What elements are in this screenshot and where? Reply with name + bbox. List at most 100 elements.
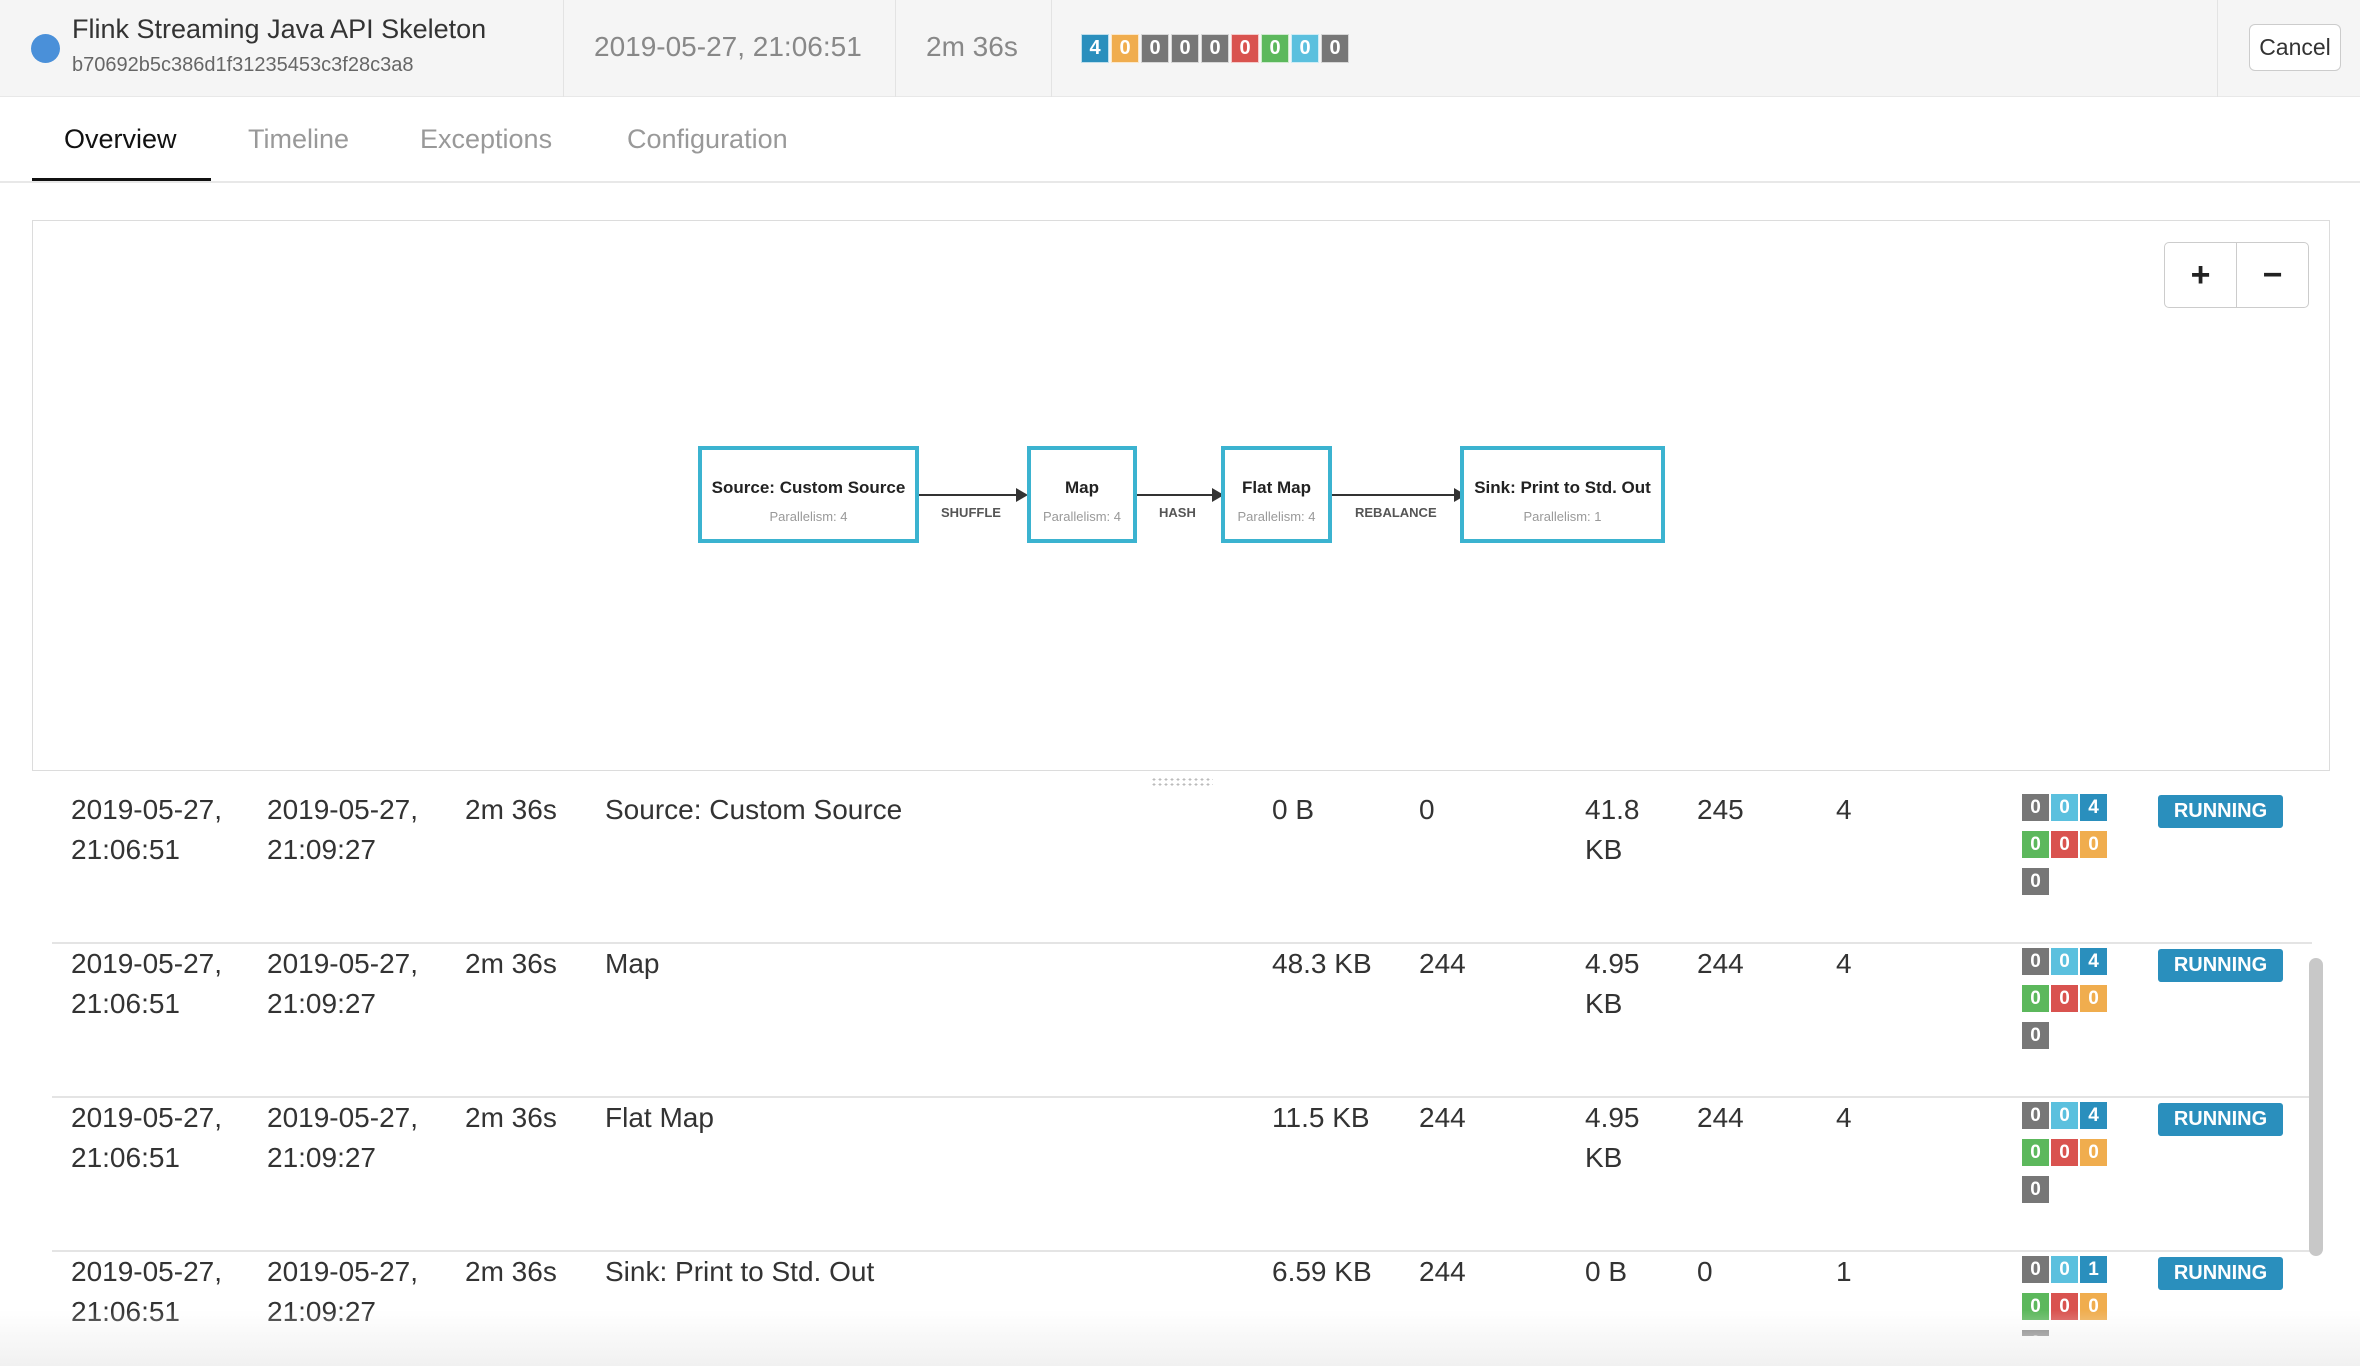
edge-label: SHUFFLE — [941, 505, 1001, 520]
task-count-badge: 4 — [1081, 34, 1109, 63]
node-title: Sink: Print to Std. Out — [1474, 478, 1651, 497]
node-title: Map — [1065, 478, 1099, 497]
duration-cell: 2m 36s — [465, 1256, 557, 1287]
bottom-fade — [0, 1310, 2360, 1366]
subtask-count: 0 — [2051, 1139, 2078, 1166]
status-badge: RUNNING — [2158, 1103, 2283, 1136]
bytes-received-cell: 48.3 KB — [1272, 948, 1372, 979]
graph-node-source[interactable]: Source: Custom Source Parallelism: 4 — [698, 446, 919, 543]
bytes-received-cell: 0 B — [1272, 794, 1315, 825]
job-status-dot — [31, 34, 60, 63]
records-sent-cell: 244 — [1697, 1102, 1744, 1133]
node-parallelism: Parallelism: 4 — [1237, 509, 1316, 524]
vertex-name-cell: Source: Custom Source — [605, 794, 903, 825]
records-received-cell: 244 — [1419, 1256, 1466, 1287]
subtask-count: 0 — [2022, 1139, 2049, 1166]
records-received-cell: 244 — [1419, 948, 1466, 979]
subtask-count: 4 — [2080, 794, 2107, 821]
subtask-count: 0 — [2022, 1256, 2049, 1283]
subtask-count: 0 — [2022, 868, 2049, 895]
subtask-count: 0 — [2080, 831, 2107, 858]
task-count-badge: 0 — [1231, 34, 1259, 63]
task-count-badge: 0 — [1141, 34, 1169, 63]
parallelism-cell: 4 — [1836, 794, 1852, 825]
task-count-badge: 0 — [1321, 34, 1349, 63]
parallelism-cell: 4 — [1836, 948, 1852, 979]
subtask-status-counts: 0 0 4 0 0 0 0 — [2022, 794, 2117, 905]
subtask-count: 0 — [2051, 831, 2078, 858]
graph-node-map[interactable]: Map Parallelism: 4 — [1027, 446, 1137, 543]
edge-label: REBALANCE — [1355, 505, 1437, 520]
header-divider — [563, 0, 564, 97]
start-time-cell: 2019-05-27, 21:06:51 — [71, 794, 223, 865]
bytes-sent-cell: 0 B — [1585, 1256, 1628, 1287]
table-row[interactable]: 2019-05-27, 21:06:51 2019-05-27, 21:09:2… — [52, 790, 2312, 944]
bytes-sent-cell: 41.8 KB — [1585, 794, 1640, 865]
tab-timeline[interactable]: Timeline — [248, 124, 349, 155]
tab-configuration[interactable]: Configuration — [627, 124, 788, 155]
records-received-cell: 244 — [1419, 1102, 1466, 1133]
bytes-received-cell: 11.5 KB — [1272, 1102, 1370, 1133]
subtask-count: 0 — [2022, 1022, 2049, 1049]
zoom-in-button[interactable]: + — [2165, 243, 2237, 307]
subtask-count: 0 — [2051, 948, 2078, 975]
subtask-count: 0 — [2080, 1139, 2107, 1166]
table-row[interactable]: 2019-05-27, 21:06:51 2019-05-27, 21:09:2… — [52, 1098, 2312, 1252]
graph-node-sink[interactable]: Sink: Print to Std. Out Parallelism: 1 — [1460, 446, 1665, 543]
table-row[interactable]: 2019-05-27, 21:06:51 2019-05-27, 21:09:2… — [52, 944, 2312, 1098]
end-time-cell: 2019-05-27, 21:09:27 — [267, 1102, 419, 1173]
task-status-counts: 400000000 — [1081, 34, 1349, 63]
duration-cell: 2m 36s — [465, 794, 557, 825]
subtask-count: 0 — [2022, 948, 2049, 975]
subtask-count: 0 — [2080, 985, 2107, 1012]
task-count-badge: 0 — [1171, 34, 1199, 63]
end-time-cell: 2019-05-27, 21:09:27 — [267, 948, 419, 1019]
panel-resize-handle[interactable] — [1151, 777, 1213, 787]
subtask-count: 0 — [2051, 794, 2078, 821]
active-tab-indicator — [32, 178, 211, 181]
tab-exceptions[interactable]: Exceptions — [420, 124, 552, 155]
job-duration: 2m 36s — [926, 31, 1018, 62]
task-count-badge: 0 — [1201, 34, 1229, 63]
node-title: Flat Map — [1242, 478, 1311, 497]
subtask-count: 0 — [2022, 1102, 2049, 1129]
parallelism-cell: 4 — [1836, 1102, 1852, 1133]
subtask-status-counts: 0 0 4 0 0 0 0 — [2022, 948, 2117, 1059]
job-id: b70692b5c386d1f31235453c3f28c3a8 — [72, 54, 414, 76]
vertex-name-cell: Map — [605, 948, 660, 979]
graph-edge — [919, 494, 1021, 496]
cancel-job-button[interactable]: Cancel — [2249, 24, 2341, 71]
task-count-badge: 0 — [1291, 34, 1319, 63]
zoom-out-button[interactable]: − — [2237, 243, 2308, 307]
header-divider — [895, 0, 896, 97]
header-divider — [2217, 0, 2218, 97]
graph-node-flat-map[interactable]: Flat Map Parallelism: 4 — [1221, 446, 1332, 543]
end-time-cell: 2019-05-27, 21:09:27 — [267, 794, 419, 865]
tab-overview[interactable]: Overview — [64, 124, 177, 155]
header-divider — [1051, 0, 1052, 97]
subtask-count: 0 — [2022, 831, 2049, 858]
subtask-status-counts: 0 0 4 0 0 0 0 — [2022, 1102, 2117, 1213]
status-badge: RUNNING — [2158, 795, 2283, 828]
vertex-name-cell: Flat Map — [605, 1102, 714, 1133]
table-scrollbar-thumb[interactable] — [2309, 958, 2323, 1256]
edge-label: HASH — [1159, 505, 1196, 520]
task-count-badge: 0 — [1111, 34, 1139, 63]
records-received-cell: 0 — [1419, 794, 1435, 825]
job-start-time: 2019-05-27, 21:06:51 — [594, 31, 862, 62]
duration-cell: 2m 36s — [465, 1102, 557, 1133]
parallelism-cell: 1 — [1836, 1256, 1852, 1287]
node-parallelism: Parallelism: 4 — [769, 509, 848, 524]
vertices-table: 2019-05-27, 21:06:51 2019-05-27, 21:09:2… — [32, 790, 2330, 1336]
subtask-count: 0 — [2051, 1102, 2078, 1129]
start-time-cell: 2019-05-27, 21:06:51 — [71, 948, 223, 1019]
subtask-count: 4 — [2080, 948, 2107, 975]
subtask-count: 0 — [2022, 794, 2049, 821]
subtask-count: 4 — [2080, 1102, 2107, 1129]
records-sent-cell: 0 — [1697, 1256, 1713, 1287]
bytes-sent-cell: 4.95 KB — [1585, 1102, 1640, 1173]
records-sent-cell: 244 — [1697, 948, 1744, 979]
subtask-count: 0 — [2022, 1176, 2049, 1203]
job-name: Flink Streaming Java API Skeleton — [72, 14, 487, 44]
job-tabs: Overview Timeline Exceptions Configurati… — [0, 97, 2360, 183]
